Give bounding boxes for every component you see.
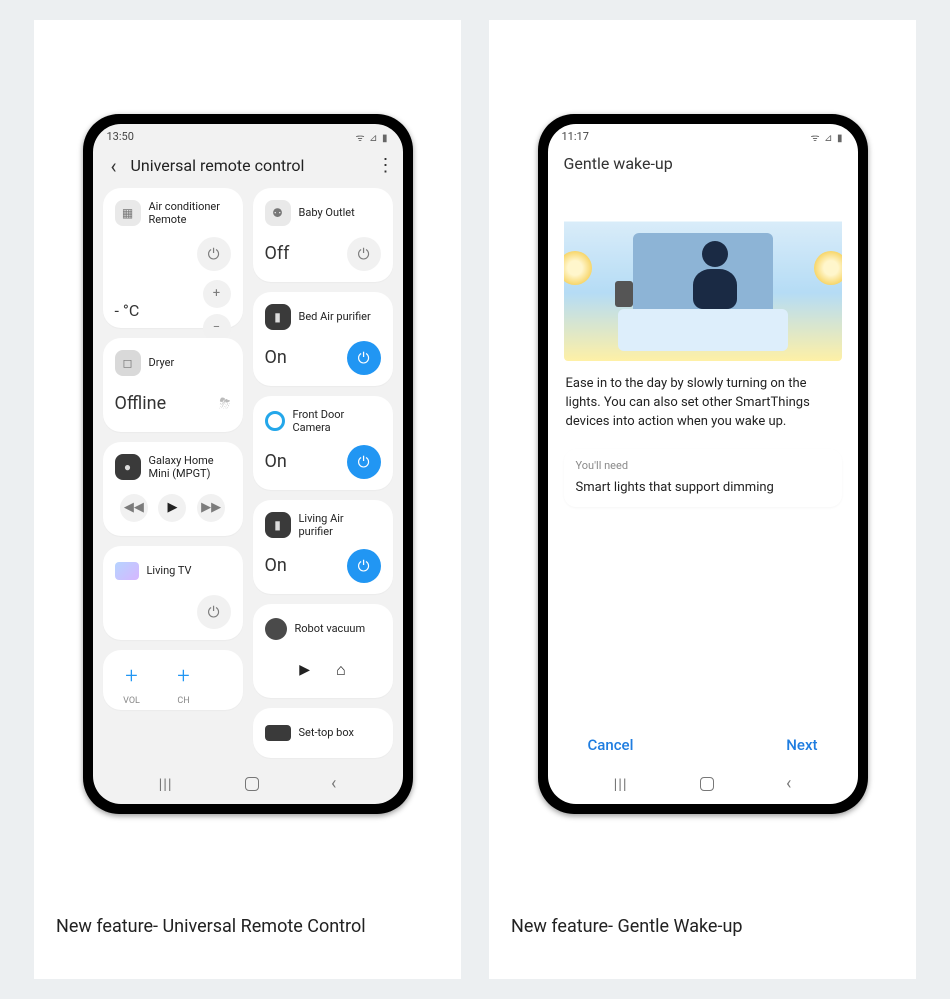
vol-label: VOL [115, 696, 149, 706]
power-icon[interactable]: ⏻ [197, 237, 231, 271]
phone-frame: 11:17 ᯤ ⊿ ▮ Gentle wake-up Ease in to th… [538, 114, 868, 814]
temp-up-button[interactable]: + [203, 280, 231, 308]
tile-state: Off [265, 243, 290, 264]
android-nav-bar: ||| ‹ [93, 764, 403, 804]
tile-state: Offline [115, 393, 167, 414]
lamp-icon [814, 251, 842, 285]
phone-frame: 13:50 ᯤ ⊿ ▮ ‹ Universal remote control ⋮ [83, 114, 413, 814]
more-icon[interactable]: ⋮ [377, 155, 393, 176]
tile-state: On [265, 555, 287, 576]
nav-recent-icon[interactable]: ||| [614, 775, 628, 793]
camera-icon [265, 411, 285, 431]
stb-icon [265, 725, 291, 741]
requirements-head: You'll need [564, 449, 842, 476]
tile-vol-ch[interactable]: + VOL + CH [103, 650, 243, 710]
grid-col-right: ⚉ Baby Outlet Off ⏻ ▮ [253, 188, 393, 758]
tile-living-air[interactable]: ▮ Living Air purifier On ⏻ [253, 500, 393, 594]
status-time: 11:17 [562, 130, 589, 143]
nav-home-icon[interactable] [245, 777, 259, 791]
tile-label: Front Door Camera [293, 408, 381, 434]
tile-robot-vacuum[interactable]: Robot vacuum ▶ ⌂ [253, 604, 393, 698]
status-bar: 11:17 ᯤ ⊿ ▮ [548, 124, 858, 150]
back-icon[interactable]: ‹ [103, 154, 125, 178]
tile-label: Living TV [147, 564, 192, 577]
requirements-card: You'll need Smart lights that support di… [564, 449, 842, 507]
tile-set-top-box[interactable]: Set-top box [253, 708, 393, 758]
ac-icon: ▦ [115, 200, 141, 226]
lamp-icon [564, 251, 592, 285]
page-title: Universal remote control [125, 156, 377, 175]
status-icons: ᯤ ⊿ ▮ [356, 130, 389, 144]
air-purifier-icon: ▮ [265, 512, 291, 538]
speaker-icon: ● [115, 454, 141, 480]
nav-recent-icon[interactable]: ||| [159, 775, 173, 793]
feature-card-universal-remote: 13:50 ᯤ ⊿ ▮ ‹ Universal remote control ⋮ [34, 20, 461, 979]
next-button[interactable]: Next [786, 736, 817, 754]
play-icon[interactable]: ▶ [299, 662, 310, 678]
offline-icon: ⛈ [219, 396, 230, 412]
grid-col-left: ▦ Air conditioner Remote ⏻ - °C [103, 188, 243, 758]
phone-mock-area: 11:17 ᯤ ⊿ ▮ Gentle wake-up Ease in to th… [489, 20, 916, 888]
ac-temp: - °C [115, 301, 140, 320]
tile-baby-outlet[interactable]: ⚉ Baby Outlet Off ⏻ [253, 188, 393, 282]
nav-back-icon[interactable]: ‹ [331, 773, 336, 794]
ch-label: CH [167, 696, 201, 706]
home-icon[interactable]: ⌂ [336, 660, 346, 680]
wakeup-description: Ease in to the day by slowly turning on … [548, 375, 858, 432]
tile-state: On [265, 347, 287, 368]
phone-screen: 13:50 ᯤ ⊿ ▮ ‹ Universal remote control ⋮ [93, 124, 403, 804]
android-nav-bar: ||| ‹ [548, 764, 858, 804]
device-grid: ▦ Air conditioner Remote ⏻ - °C [93, 188, 403, 764]
tile-dryer[interactable]: ◻ Dryer Offline ⛈ [103, 338, 243, 432]
tv-icon [115, 562, 139, 580]
status-bar: 13:50 ᯤ ⊿ ▮ [93, 124, 403, 150]
phone-screen: 11:17 ᯤ ⊿ ▮ Gentle wake-up Ease in to th… [548, 124, 858, 804]
air-purifier-icon: ▮ [265, 304, 291, 330]
tile-bed-air[interactable]: ▮ Bed Air purifier On ⏻ [253, 292, 393, 386]
outlet-icon: ⚉ [265, 200, 291, 226]
tile-label: Galaxy Home Mini (MPGT) [149, 454, 231, 480]
caption: New feature- Universal Remote Control [34, 888, 461, 979]
vol-up-button[interactable]: + [115, 660, 149, 694]
action-bar: Cancel Next [548, 722, 858, 764]
tile-galaxy-home[interactable]: ● Galaxy Home Mini (MPGT) ◀◀ ▶ ▶▶ [103, 442, 243, 536]
caption: New feature- Gentle Wake-up [489, 888, 916, 979]
ch-up-button[interactable]: + [167, 660, 201, 694]
status-icons: ᯤ ⊿ ▮ [811, 130, 844, 144]
status-time: 13:50 [107, 130, 134, 143]
nightstand [615, 281, 633, 307]
tile-label: Dryer [149, 356, 175, 369]
person-illustration [685, 241, 745, 321]
app-header: ‹ Universal remote control ⋮ [93, 150, 403, 188]
tile-label: Living Air purifier [299, 512, 381, 538]
next-icon[interactable]: ▶▶ [197, 494, 225, 522]
wakeup-illustration [564, 191, 842, 361]
tile-label: Robot vacuum [295, 622, 366, 635]
tile-front-door[interactable]: Front Door Camera On ⏻ [253, 396, 393, 490]
tile-label: Set-top box [299, 726, 354, 739]
tile-state: On [265, 451, 287, 472]
dryer-icon: ◻ [115, 350, 141, 376]
tile-label: Air conditioner Remote [149, 200, 231, 226]
prev-icon[interactable]: ◀◀ [120, 494, 148, 522]
power-icon[interactable]: ⏻ [347, 445, 381, 479]
power-icon[interactable]: ⏻ [197, 595, 231, 629]
requirements-body: Smart lights that support dimming [564, 476, 842, 507]
cancel-button[interactable]: Cancel [588, 736, 634, 754]
tile-ac[interactable]: ▦ Air conditioner Remote ⏻ - °C [103, 188, 243, 328]
nav-home-icon[interactable] [700, 777, 714, 791]
robot-icon [265, 618, 287, 640]
play-icon[interactable]: ▶ [158, 494, 186, 522]
nav-back-icon[interactable]: ‹ [786, 773, 791, 794]
power-icon[interactable]: ⏻ [347, 341, 381, 375]
phone-mock-area: 13:50 ᯤ ⊿ ▮ ‹ Universal remote control ⋮ [34, 20, 461, 888]
power-icon[interactable]: ⏻ [347, 549, 381, 583]
feature-card-gentle-wakeup: 11:17 ᯤ ⊿ ▮ Gentle wake-up Ease in to th… [489, 20, 916, 979]
page-title: Gentle wake-up [548, 150, 858, 181]
power-icon[interactable]: ⏻ [347, 237, 381, 271]
tile-label: Bed Air purifier [299, 310, 371, 323]
tile-living-tv[interactable]: Living TV ⏻ [103, 546, 243, 640]
tile-label: Baby Outlet [299, 206, 355, 219]
